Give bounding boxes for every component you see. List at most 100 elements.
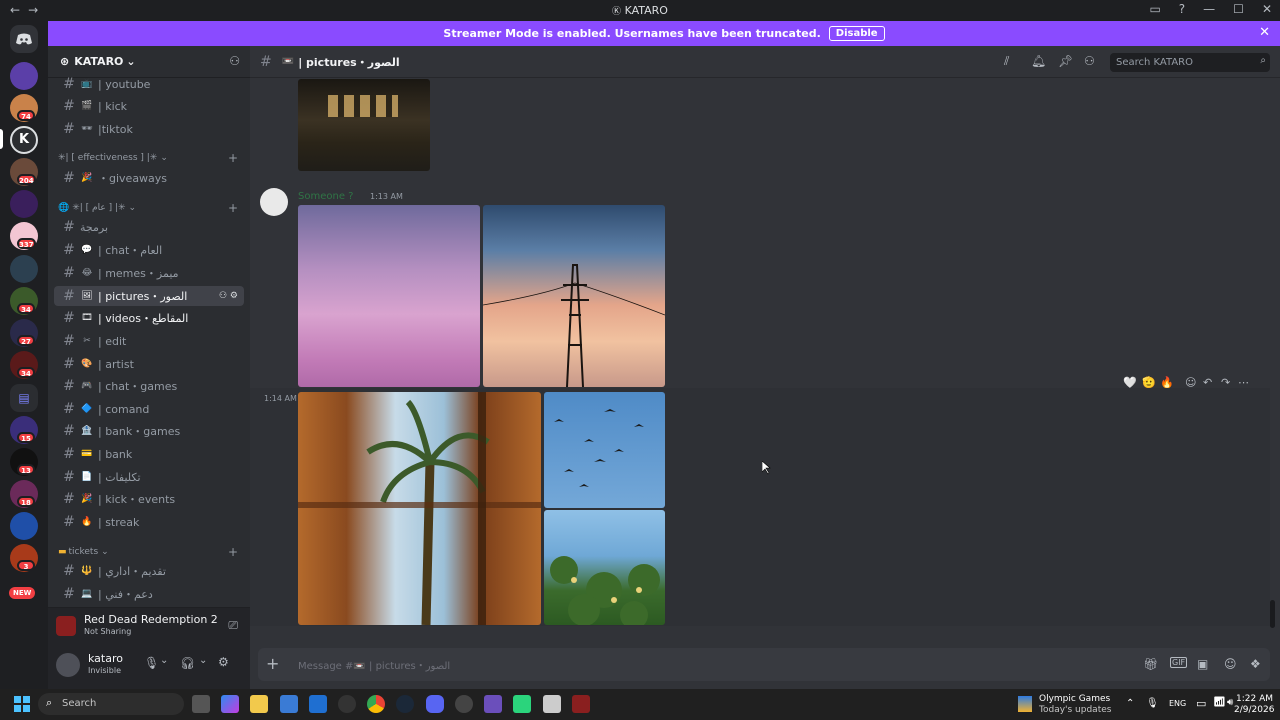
news-title[interactable]: Olympic Games xyxy=(1039,694,1110,704)
image-attachment-power-tower[interactable] xyxy=(483,205,665,387)
category-public[interactable]: 🌐 ✳| [ عام ] |✳ ⌄ + xyxy=(58,201,244,215)
server-icon[interactable] xyxy=(10,255,38,283)
gift-icon[interactable]: 🎁︎ xyxy=(1143,657,1158,671)
close-banner-icon[interactable]: ✕ xyxy=(1259,25,1270,40)
steam-alt-icon[interactable] xyxy=(338,695,356,713)
chevron-down-icon[interactable]: ⌄ xyxy=(199,655,207,666)
server-icon-kataro[interactable]: K xyxy=(10,126,38,154)
gear-icon[interactable]: ⚙ xyxy=(218,655,229,669)
wifi-icon[interactable]: 📶︎ xyxy=(1213,697,1226,708)
threads-icon[interactable]: ⫽ xyxy=(1004,54,1009,69)
minimize-button[interactable]: — xyxy=(1203,2,1215,16)
headphones-icon[interactable]: 🎧︎ xyxy=(180,656,195,670)
channel-chat-games[interactable]: # 🎮 | chat・games xyxy=(54,376,244,396)
display-icon[interactable]: ▭ xyxy=(1196,697,1206,710)
channel-pictures[interactable]: # 🖼 | pictures・الصور ⚇ ⚙ xyxy=(54,286,244,306)
search-input[interactable]: Search KATARO xyxy=(1110,53,1270,72)
channel-chat[interactable]: # 💬 | chat・العام xyxy=(54,240,244,260)
channel-bank-games[interactable]: # 🏦 | bank・games xyxy=(54,421,244,441)
microphone-icon[interactable]: 🎙︎ xyxy=(144,656,159,670)
chevron-down-icon[interactable]: ⌄ xyxy=(160,655,168,666)
image-attachment-building[interactable] xyxy=(298,79,430,171)
channel-settings-icon[interactable]: ⚇ ⚙ xyxy=(219,291,238,301)
image-attachment-palm-tree[interactable] xyxy=(298,392,541,625)
channel-edit[interactable]: # ✂ | edit xyxy=(54,331,244,351)
task-view-icon[interactable] xyxy=(192,695,210,713)
image-attachment-pink-sky[interactable] xyxy=(298,205,480,387)
game-controller-icon[interactable] xyxy=(484,695,502,713)
app-icon[interactable] xyxy=(543,695,561,713)
image-attachment-birds[interactable] xyxy=(544,392,665,508)
app-icon[interactable] xyxy=(455,695,473,713)
share-screen-icon[interactable]: ⎚ xyxy=(228,618,238,633)
file-explorer-icon[interactable] xyxy=(250,695,268,713)
steam-icon[interactable] xyxy=(396,695,414,713)
message-input[interactable]: Message #📼 | pictures・الصور xyxy=(298,657,450,672)
disable-streamer-button[interactable]: Disable xyxy=(828,26,885,41)
folder-icon[interactable]: ▤ xyxy=(10,384,38,412)
channel-artist[interactable]: # 🎨 | artist xyxy=(54,354,244,374)
upload-plus-icon[interactable]: + xyxy=(266,654,279,673)
hash-icon: # xyxy=(63,356,75,372)
channel-admin-apply[interactable]: # 🔱 | تقديم・اداري xyxy=(54,561,244,581)
invite-people-icon[interactable]: ⚇ xyxy=(229,54,240,68)
message-avatar[interactable] xyxy=(260,188,288,216)
maximize-button[interactable]: ☐ xyxy=(1233,2,1244,16)
discord-home-icon[interactable] xyxy=(10,25,38,53)
channel-streak[interactable]: # 🔥 | streak xyxy=(54,512,244,532)
microphone-tray-icon[interactable]: 🎙︎ xyxy=(1146,698,1159,709)
channel-assignments[interactable]: # 📄 | تكليفات xyxy=(54,467,244,487)
channel-label: | chat・games xyxy=(98,380,178,393)
create-channel-icon[interactable]: + xyxy=(228,201,238,215)
channel-sidebar: ⊛ KATARO ⌄ ⚇ # 📺 | youtube # 🎬 | kick # 🕶 |tik… xyxy=(48,46,250,643)
tray-chevron-icon[interactable]: ⌃ xyxy=(1126,698,1134,709)
channel-youtube[interactable]: # 📺 | youtube xyxy=(54,74,244,94)
rdr2-icon[interactable] xyxy=(572,695,590,713)
discord-taskbar-icon[interactable] xyxy=(426,695,444,713)
server-icon[interactable] xyxy=(10,512,38,540)
bell-icon[interactable]: 🔔︎ xyxy=(1031,54,1046,68)
channel-programming[interactable]: # برمجة xyxy=(54,217,244,237)
channel-giveaways[interactable]: # 🎉 ・giveaways xyxy=(54,168,244,188)
channel-comand[interactable]: # 🔷 | comand xyxy=(54,399,244,419)
image-attachment-tree-branches[interactable] xyxy=(544,510,665,625)
taskbar-search[interactable]: ⌕ Search xyxy=(38,693,184,715)
clock-time[interactable]: 1:22 AM xyxy=(1236,694,1273,704)
windows-start-icon[interactable] xyxy=(14,696,30,712)
scrollbar-thumb[interactable] xyxy=(1270,600,1275,628)
inbox-icon[interactable]: ▭ xyxy=(1149,2,1160,16)
apps-icon[interactable]: ❖ xyxy=(1250,657,1261,671)
channel-tiktok[interactable]: # 🕶 |tiktok xyxy=(54,119,244,139)
channel-kick-events[interactable]: # 🎉 | kick・events xyxy=(54,489,244,509)
category-tickets[interactable]: ▬ tickets ⌄ + xyxy=(58,545,244,559)
store-icon[interactable] xyxy=(280,695,298,713)
channel-memes[interactable]: # 😂 | memes・ميمز xyxy=(54,263,244,283)
hash-icon: # xyxy=(63,288,75,304)
gif-icon[interactable]: GIF xyxy=(1170,657,1188,668)
channel-bank[interactable]: # 💳 | bank xyxy=(54,444,244,464)
category-effectiveness[interactable]: ✳| [ effectiveness ] |✳ ⌄ + xyxy=(58,151,244,165)
channel-tech-support[interactable]: # 💻 | دعم・فني xyxy=(54,584,244,604)
emoji-icon[interactable]: ☺ xyxy=(1224,657,1237,671)
channel-kick[interactable]: # 🎬 | kick xyxy=(54,96,244,116)
create-channel-icon[interactable]: + xyxy=(228,151,238,165)
mail-icon[interactable] xyxy=(309,695,327,713)
server-icon[interactable] xyxy=(10,190,38,218)
close-window-button[interactable]: ✕ xyxy=(1262,2,1272,16)
members-icon[interactable]: ⚇ xyxy=(1084,54,1095,68)
volume-icon[interactable]: 🔊︎ xyxy=(1227,697,1233,708)
channel-videos[interactable]: # 🎞 | videos・المقاطع xyxy=(54,308,244,328)
copilot-icon[interactable] xyxy=(221,695,239,713)
avatar[interactable] xyxy=(56,653,80,677)
message-author[interactable]: Someone ? xyxy=(298,191,353,202)
sticker-icon[interactable]: ▣ xyxy=(1197,657,1208,671)
hash-icon: # xyxy=(63,76,75,92)
pin-icon[interactable]: 📌︎ xyxy=(1058,54,1073,68)
server-icon[interactable] xyxy=(10,62,38,90)
help-icon[interactable]: ? xyxy=(1179,2,1185,16)
channel-label: | streak xyxy=(98,515,140,529)
language-indicator[interactable]: ENG xyxy=(1169,699,1186,708)
app-icon[interactable] xyxy=(513,695,531,713)
create-channel-icon[interactable]: + xyxy=(228,545,238,559)
chrome-icon[interactable] xyxy=(367,695,385,713)
